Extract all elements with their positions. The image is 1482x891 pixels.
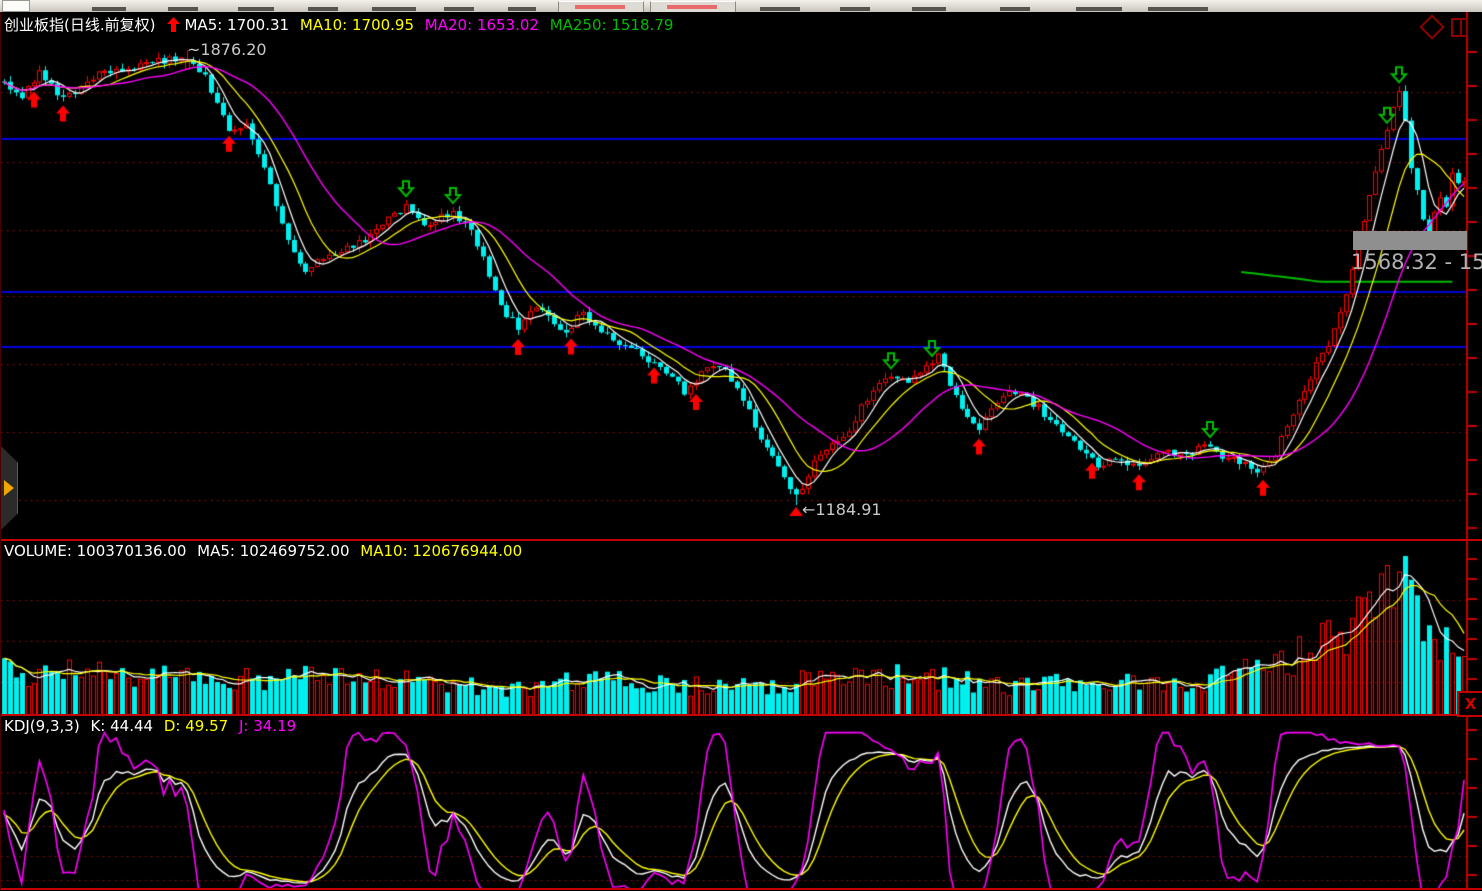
volume-header: VOLUME: 100370136.00 MA5: 102469752.00 M… bbox=[4, 542, 528, 560]
bottom-border bbox=[1, 888, 1482, 890]
toolbar-text-fragment bbox=[308, 7, 338, 11]
volume-ma5-value: MA5: 102469752.00 bbox=[197, 542, 350, 560]
split-window-icon[interactable] bbox=[1451, 17, 1468, 37]
ma10-value: MA10: 1700.95 bbox=[299, 16, 415, 34]
volume-chart-canvas[interactable] bbox=[1, 541, 1482, 716]
toolbar-text-fragment bbox=[372, 7, 416, 11]
diamond-icon[interactable] bbox=[1419, 14, 1445, 40]
app-window: 创业板指(日线.前复权) MA5: 1700.31 MA10: 1700.95 M… bbox=[0, 0, 1482, 891]
toolbar-text-fragment bbox=[1148, 7, 1208, 11]
pane-separator[interactable] bbox=[1, 539, 1482, 541]
gap-zone-highlight bbox=[1353, 231, 1467, 250]
toolbar-text-fragment bbox=[238, 7, 274, 11]
toolbar-text-fragment bbox=[840, 7, 870, 11]
low-extreme-label: ←1184.91 bbox=[802, 500, 882, 519]
kdj-header: KDJ(9,3,3) K: 44.44 D: 49.57 J: 34.19 bbox=[4, 717, 302, 735]
ma5-value: MA5: 1700.31 bbox=[184, 16, 290, 34]
expand-right-icon bbox=[4, 480, 14, 496]
toolbar-text-fragment bbox=[1076, 7, 1122, 11]
high-extreme-label: ~1876.20 bbox=[187, 40, 267, 59]
chart-region: 创业板指(日线.前复权) MA5: 1700.31 MA10: 1700.95 M… bbox=[0, 12, 1482, 891]
chart-title: 创业板指(日线.前复权) bbox=[4, 16, 156, 34]
toolbar-text-fragment bbox=[760, 7, 800, 11]
toolbar-app-icon[interactable] bbox=[2, 0, 30, 12]
toolbar-text-fragment bbox=[912, 7, 946, 11]
kdj-title: KDJ(9,3,3) bbox=[4, 717, 80, 735]
toolbar-text-fragment bbox=[168, 7, 198, 11]
ma20-value: MA20: 1653.02 bbox=[424, 16, 539, 34]
pane-controls bbox=[1419, 14, 1468, 40]
main-chart-header: 创业板指(日线.前复权) MA5: 1700.31 MA10: 1700.95 M… bbox=[4, 14, 679, 35]
up-arrow-icon bbox=[167, 17, 181, 32]
main-price-chart-canvas[interactable] bbox=[1, 12, 1482, 539]
toolbar-text-fragment bbox=[92, 7, 126, 11]
toolbar-text-fragment bbox=[444, 7, 474, 11]
close-indicator-button[interactable]: X bbox=[1457, 691, 1482, 717]
toolbar-text-fragment bbox=[1000, 7, 1030, 11]
toolbar-text-fragment bbox=[508, 7, 536, 11]
ma250-value: MA250: 1518.79 bbox=[549, 16, 674, 34]
volume-ma10-value: MA10: 120676944.00 bbox=[360, 542, 523, 560]
gap-range-label: 1568.32 - 159 bbox=[1351, 250, 1482, 274]
kdj-chart-canvas[interactable] bbox=[1, 716, 1482, 889]
kdj-j-value: J: 34.19 bbox=[238, 717, 297, 735]
kdj-d-value: D: 49.57 bbox=[163, 717, 229, 735]
kdj-k-value: K: 44.44 bbox=[90, 717, 154, 735]
pane-separator[interactable] bbox=[1, 714, 1482, 716]
volume-value: VOLUME: 100370136.00 bbox=[4, 542, 187, 560]
